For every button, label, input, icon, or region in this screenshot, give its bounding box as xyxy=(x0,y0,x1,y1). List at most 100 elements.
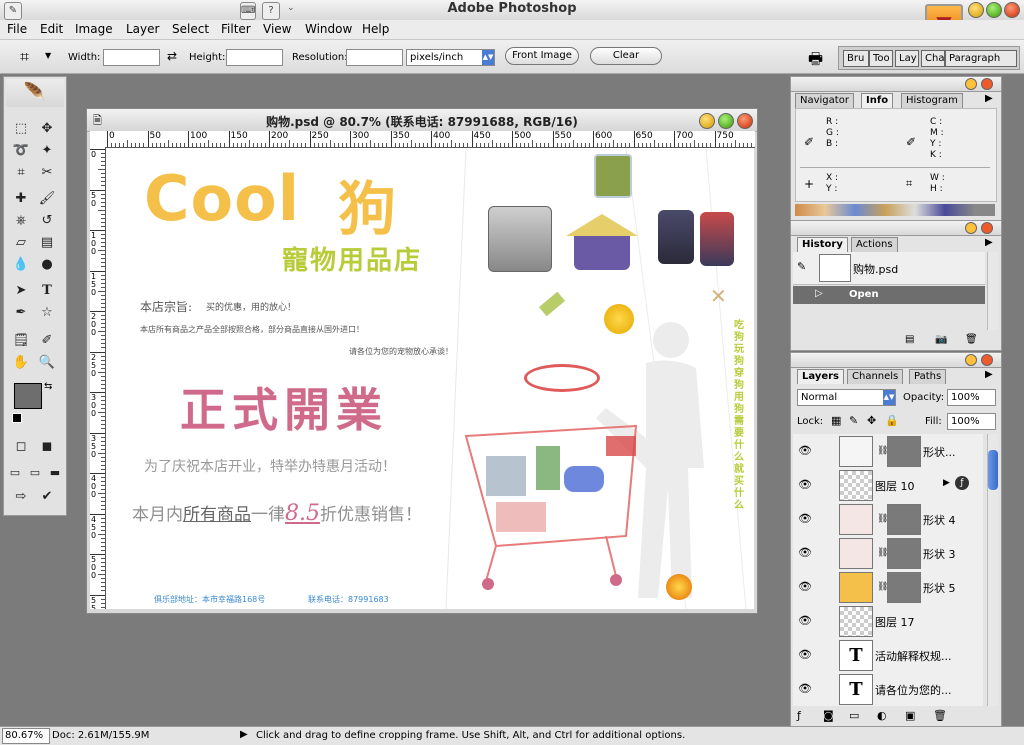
menu-image[interactable]: Image xyxy=(75,22,113,36)
chevron-down-icon[interactable]: ▼ xyxy=(45,51,51,60)
eye-icon[interactable]: 👁 xyxy=(797,580,813,594)
layer-row[interactable]: 👁 图层 10 ▶ ƒ xyxy=(793,468,983,503)
panel-title-bar-info[interactable] xyxy=(790,76,1002,92)
history-snapshot-row[interactable]: ✎ 购物.psd xyxy=(793,252,985,285)
front-image-button[interactable]: Front Image xyxy=(505,47,579,65)
layer-style-icon[interactable]: ƒ xyxy=(797,709,801,722)
panel-close-button[interactable] xyxy=(981,78,993,90)
brush-tool-icon[interactable]: 🖌 xyxy=(36,189,58,209)
layer-row[interactable]: 👁 ⛓ 形状 5 xyxy=(793,570,983,605)
eye-icon[interactable]: 👁 xyxy=(797,614,813,628)
default-colors-icon[interactable] xyxy=(12,413,22,423)
trash-icon[interactable]: 🗑 xyxy=(933,709,947,722)
tab-histogram[interactable]: Histogram xyxy=(901,93,963,108)
well-tab-tool-presets[interactable]: Too xyxy=(869,50,893,67)
status-menu-icon[interactable]: ▶ xyxy=(240,729,248,740)
stamp-tool-icon[interactable]: ⎈ xyxy=(10,211,32,231)
well-tab-character[interactable]: Cha xyxy=(921,50,945,67)
new-snapshot-icon[interactable]: 📷 xyxy=(935,334,947,345)
clear-button[interactable]: Clear xyxy=(590,47,662,65)
eyedropper-icon[interactable]: ✐ xyxy=(36,331,58,351)
blend-mode-select[interactable]: Normal ▲▼ xyxy=(797,389,896,406)
document-title-bar[interactable]: 🗎 购物.psd @ 80.7% (联系电话: 87991688, RGB/16… xyxy=(87,109,757,132)
new-group-icon[interactable]: ▭ xyxy=(849,709,859,722)
crop-tool-icon[interactable]: ⌗ xyxy=(10,163,32,183)
gradient-tool-icon[interactable]: ▤ xyxy=(36,233,58,253)
tab-history[interactable]: History xyxy=(797,237,848,252)
panel-menu-icon[interactable]: ▶ xyxy=(985,93,993,104)
history-brush-icon[interactable]: ↺ xyxy=(36,211,58,231)
menu-view[interactable]: View xyxy=(263,22,291,36)
close-button[interactable] xyxy=(1004,2,1020,18)
history-scrollbar[interactable] xyxy=(987,252,998,330)
doc-maximize-button[interactable] xyxy=(718,113,734,129)
layers-scrollbar[interactable] xyxy=(987,434,998,706)
feather-icon[interactable]: 🪶 xyxy=(6,79,64,107)
lasso-tool-icon[interactable]: ➰ xyxy=(10,141,32,161)
swap-icon[interactable]: ⇄ xyxy=(167,49,177,63)
standard-mode-icon[interactable]: ◻ xyxy=(10,437,32,457)
blur-tool-icon[interactable]: 💧 xyxy=(10,255,32,275)
lock-image-icon[interactable]: ✎ xyxy=(849,414,858,427)
quick-mask-icon[interactable]: ◼ xyxy=(36,437,58,457)
vertical-ruler[interactable]: 0 50 100 150 200 250 300 350 400 450 500 550 xyxy=(90,147,106,609)
eye-icon[interactable]: 👁 xyxy=(797,478,813,492)
new-layer-icon[interactable]: ▣ xyxy=(905,709,915,722)
doc-minimize-button[interactable] xyxy=(699,113,715,129)
eraser-tool-icon[interactable]: ▱ xyxy=(10,233,32,253)
tab-info[interactable]: Info xyxy=(861,93,894,108)
eye-icon[interactable]: 👁 xyxy=(797,512,813,526)
layer-row[interactable]: 👁 ⛓ 形状... xyxy=(793,434,983,469)
panel-minimize-button[interactable] xyxy=(965,78,977,90)
tab-layers[interactable]: Layers xyxy=(797,369,844,384)
menu-layer[interactable]: Layer xyxy=(126,22,159,36)
screen-mode-menu-icon[interactable]: ▭ xyxy=(26,463,44,483)
tab-paths[interactable]: Paths xyxy=(909,369,947,384)
layer-row[interactable]: 👁 ⛓ 形状 3 xyxy=(793,536,983,571)
foreground-color-swatch[interactable] xyxy=(14,383,42,409)
path-select-icon[interactable]: ➤ xyxy=(10,281,32,301)
palette-well-icon[interactable]: 🖶 xyxy=(808,48,823,75)
well-tab-layer-comps[interactable]: Lay xyxy=(895,50,919,67)
screen-mode-standard-icon[interactable]: ▭ xyxy=(6,463,24,483)
ruler-origin[interactable] xyxy=(90,131,106,148)
menu-file[interactable]: File xyxy=(7,22,27,36)
eye-icon[interactable]: 👁 xyxy=(797,648,813,662)
dodge-tool-icon[interactable]: ● xyxy=(36,255,58,275)
panel-menu-icon[interactable]: ▶ xyxy=(985,237,993,248)
jump-to-imageready-icon[interactable]: ⇨ xyxy=(10,487,32,507)
tab-channels[interactable]: Channels xyxy=(847,369,904,384)
marquee-tool-icon[interactable]: ⬚ xyxy=(10,119,32,139)
eye-icon[interactable]: 👁 xyxy=(797,444,813,458)
pen-tool-icon[interactable]: ✒ xyxy=(10,303,32,323)
units-select[interactable]: pixels/inch ▲▼ xyxy=(406,49,495,66)
height-input[interactable] xyxy=(226,49,283,66)
panel-close-button[interactable] xyxy=(981,354,993,366)
panel-menu-icon[interactable]: ▶ xyxy=(985,369,993,380)
minimize-button[interactable] xyxy=(968,2,984,18)
layer-effects-icon[interactable]: ƒ xyxy=(955,476,969,490)
tab-actions[interactable]: Actions xyxy=(851,237,898,252)
zoom-field[interactable]: 80.67% xyxy=(2,728,50,744)
crop-tool-icon[interactable]: ⌗ xyxy=(20,47,29,67)
maximize-button[interactable] xyxy=(986,2,1002,18)
new-document-from-state-icon[interactable]: ▤ xyxy=(905,334,914,345)
panel-title-bar-history[interactable] xyxy=(790,220,1002,236)
width-input[interactable] xyxy=(103,49,160,66)
eye-icon[interactable]: 👁 xyxy=(797,682,813,696)
screen-mode-full-icon[interactable]: ▬ xyxy=(46,463,64,483)
tab-navigator[interactable]: Navigator xyxy=(795,93,854,108)
trash-icon[interactable]: 🗑 xyxy=(965,334,978,345)
resolution-input[interactable] xyxy=(346,49,403,66)
eye-icon[interactable]: 👁 xyxy=(797,546,813,560)
move-tool-icon[interactable]: ✥ xyxy=(36,119,58,139)
edit-in-imageready-icon[interactable]: ✔ xyxy=(36,487,58,507)
magic-wand-icon[interactable]: ✦ xyxy=(36,141,58,161)
opacity-input[interactable]: 100% xyxy=(947,389,996,406)
adjustment-layer-icon[interactable]: ◐ xyxy=(877,709,887,722)
panel-minimize-button[interactable] xyxy=(965,354,977,366)
menu-edit[interactable]: Edit xyxy=(40,22,63,36)
layer-row[interactable]: 👁 图层 17 xyxy=(793,604,983,639)
menu-select[interactable]: Select xyxy=(172,22,209,36)
panel-minimize-button[interactable] xyxy=(965,222,977,234)
